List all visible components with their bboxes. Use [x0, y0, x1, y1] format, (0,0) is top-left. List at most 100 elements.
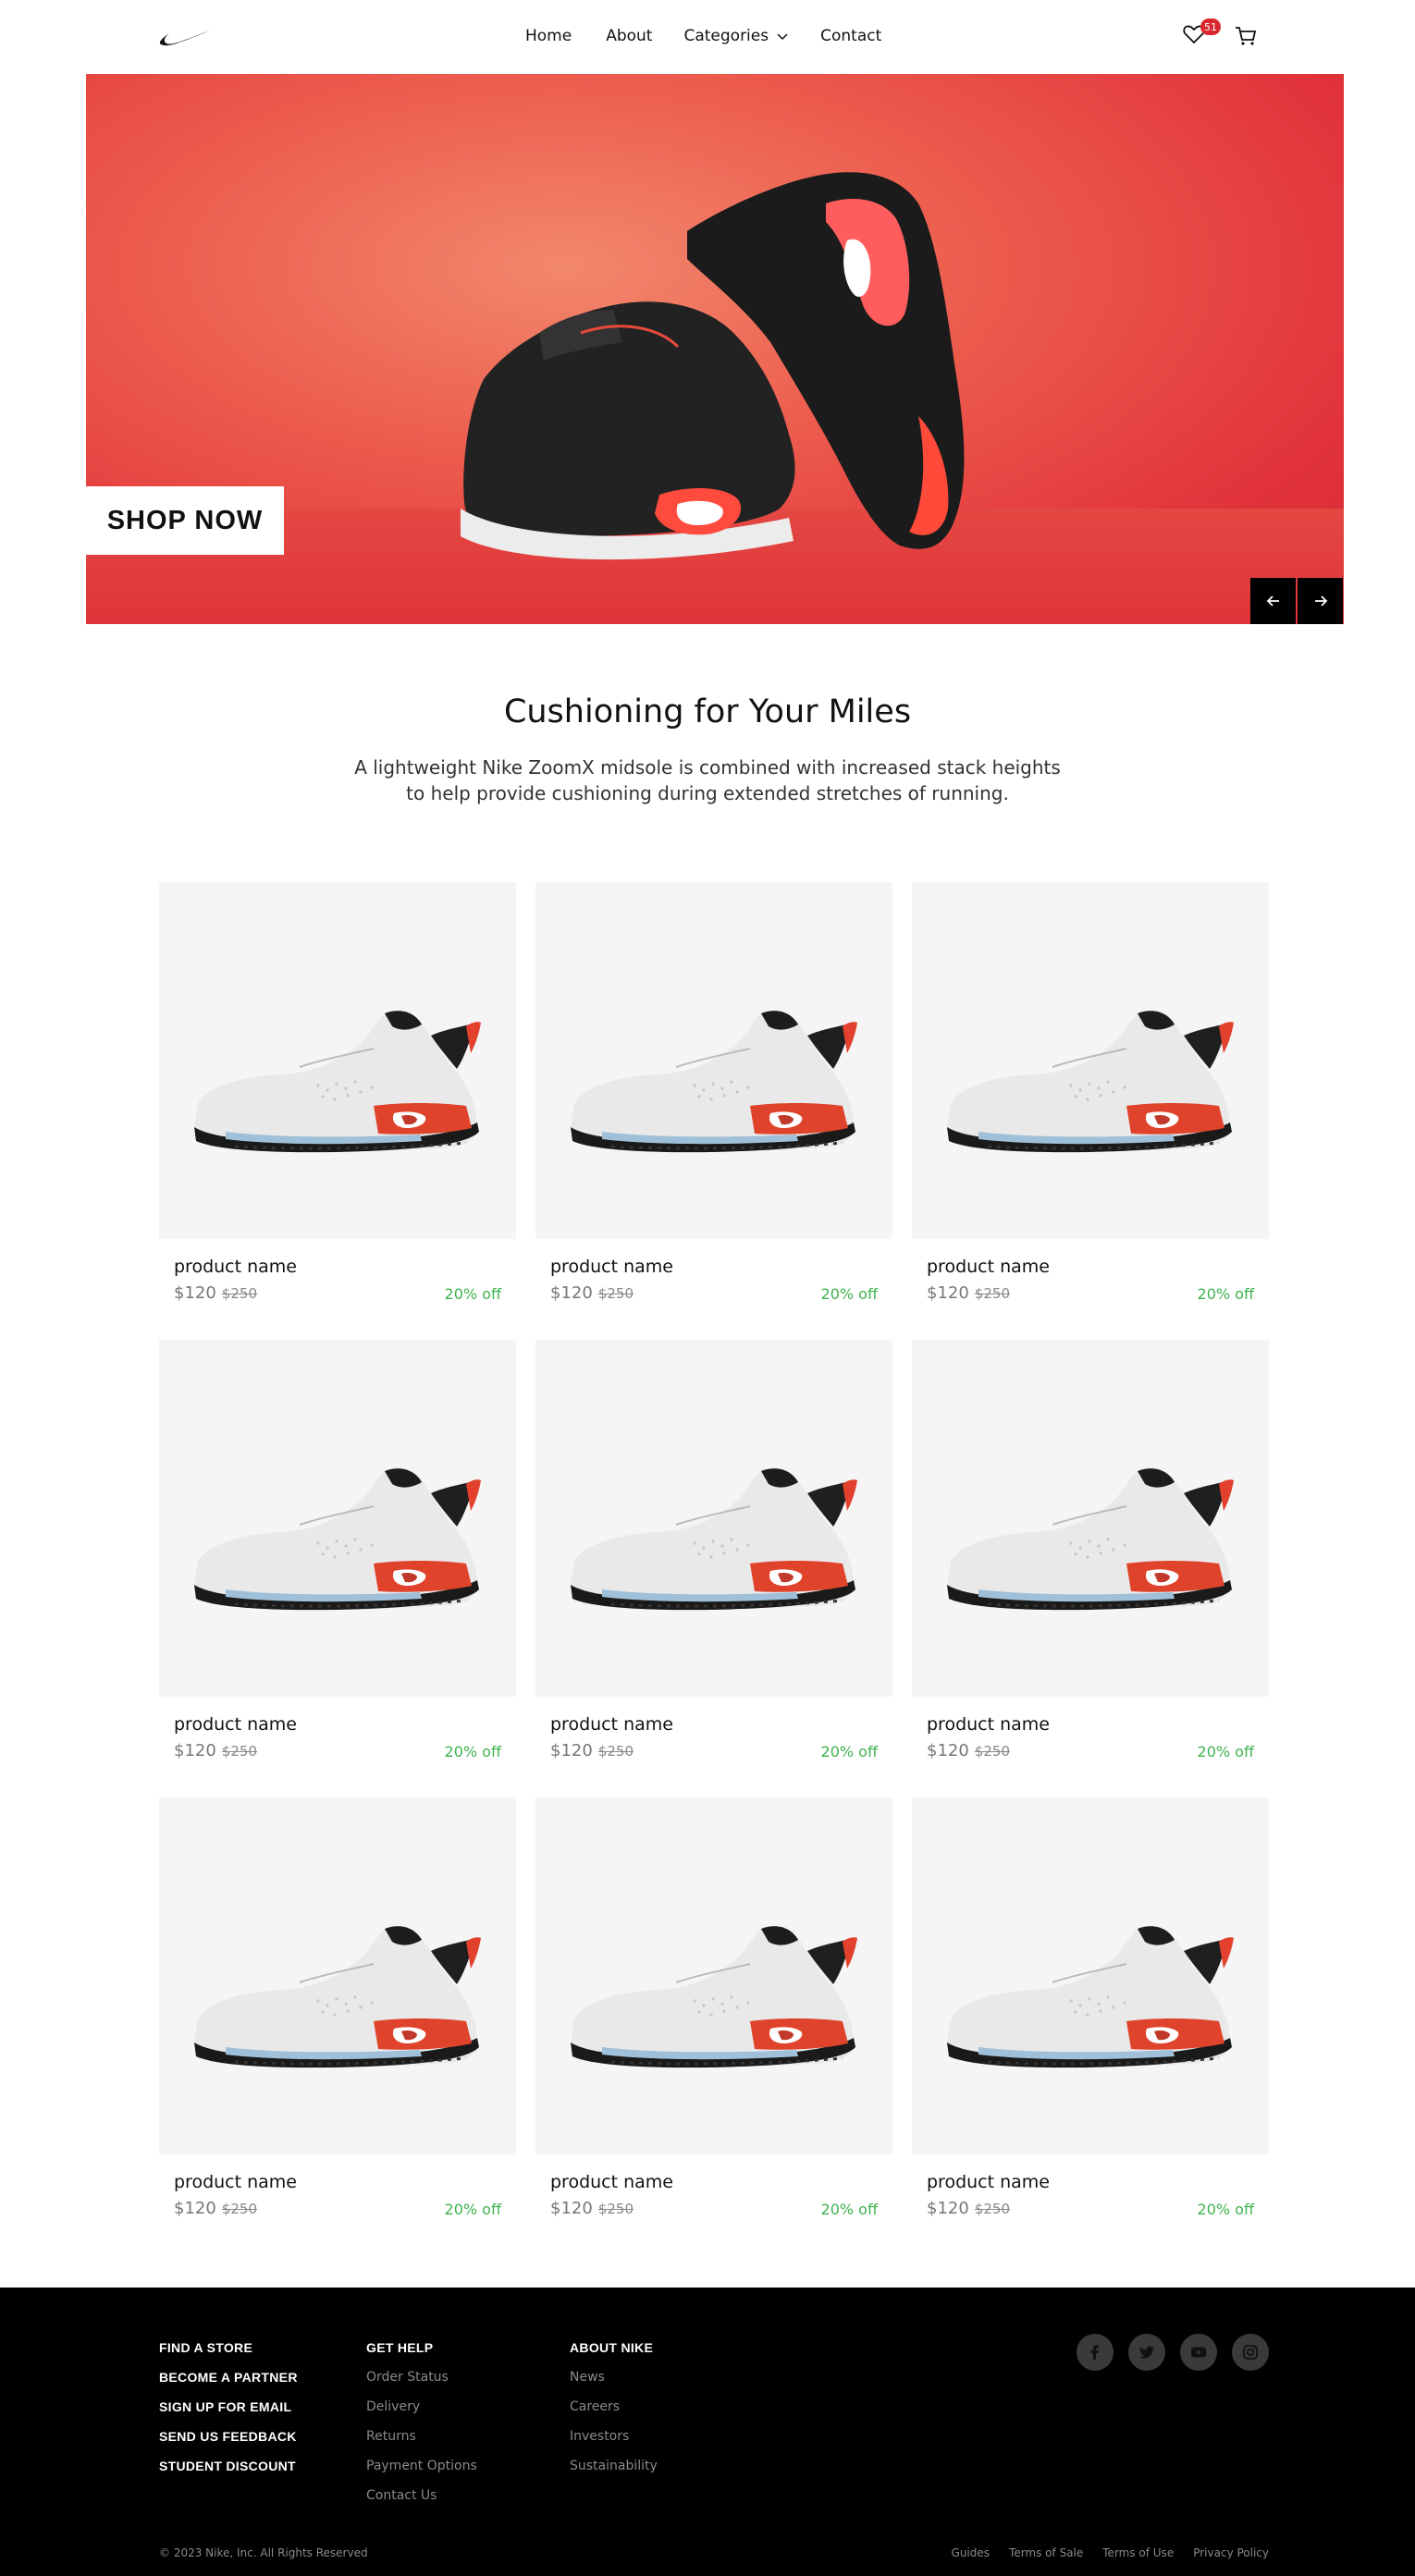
original-price: $250 [974, 1285, 1010, 1302]
instagram-button[interactable] [1232, 2334, 1269, 2371]
nav-link-about[interactable]: About [606, 26, 652, 46]
original-price: $250 [974, 2201, 1010, 2217]
sneaker-image [947, 1010, 1234, 1153]
footer-heading-about: ABOUT NIKE [570, 2340, 654, 2355]
product-name[interactable]: product name [927, 2172, 1050, 2192]
carousel-next-button[interactable] [1298, 578, 1343, 624]
current-price: $120 [550, 1741, 593, 1760]
discount-label: 20% off [444, 1285, 501, 1303]
footer: FIND A STORE BECOME A PARTNER SIGN UP FO… [0, 2288, 1415, 2576]
footer-link-payment-options[interactable]: Payment Options [366, 2459, 477, 2488]
section-title: Cushioning for Your Miles [503, 693, 912, 730]
chevron-down-icon [777, 33, 788, 41]
product-price: $120 $250 [550, 1741, 634, 1760]
discount-label: 20% off [820, 1743, 878, 1760]
main-menu: Home About Categories Contact [525, 26, 881, 46]
nav-link-categories[interactable]: Categories [683, 26, 789, 46]
current-price: $120 [174, 2199, 216, 2218]
footer-link-terms-of-sale[interactable]: Terms of Sale [1009, 2546, 1083, 2559]
product-name[interactable]: product name [174, 1257, 297, 1277]
facebook-icon [1090, 2345, 1099, 2360]
sneaker-image [947, 1467, 1234, 1611]
nav-link-home[interactable]: Home [525, 26, 572, 46]
product-image[interactable] [912, 1797, 1269, 2154]
footer-link-news[interactable]: News [570, 2370, 658, 2399]
footer-link-privacy-policy[interactable]: Privacy Policy [1193, 2546, 1269, 2559]
wishlist-count-badge: 51 [1200, 18, 1221, 35]
original-price: $250 [221, 1743, 257, 1760]
footer-link-become-partner[interactable]: BECOME A PARTNER [159, 2370, 298, 2399]
legal-links: Guides Terms of Sale Terms of Use Privac… [952, 2546, 1269, 2559]
youtube-button[interactable] [1180, 2334, 1217, 2371]
product-card-6[interactable]: product name $120 $250 20% off [912, 1340, 1269, 1760]
copyright-text: © 2023 Nike, Inc. All Rights Reserved [159, 2546, 368, 2559]
product-image[interactable] [912, 1340, 1269, 1697]
twitter-icon [1139, 2346, 1154, 2359]
product-card-5[interactable]: product name $120 $250 20% off [535, 1340, 892, 1760]
product-image[interactable] [159, 882, 516, 1239]
footer-link-terms-of-use[interactable]: Terms of Use [1102, 2546, 1174, 2559]
swoosh-logo[interactable] [159, 26, 215, 48]
product-name[interactable]: product name [550, 2172, 673, 2192]
youtube-icon [1191, 2347, 1206, 2358]
shop-now-button[interactable]: SHOP NOW [86, 486, 284, 555]
instagram-icon [1243, 2345, 1258, 2360]
footer-link-find-store[interactable]: FIND A STORE [159, 2340, 298, 2370]
sneaker-image [947, 1925, 1234, 2068]
discount-label: 20% off [820, 2201, 878, 2218]
discount-label: 20% off [444, 2201, 501, 2218]
current-price: $120 [550, 1283, 593, 1303]
footer-link-sustainability[interactable]: Sustainability [570, 2459, 658, 2488]
product-card-4[interactable]: product name $120 $250 20% off [159, 1340, 516, 1760]
footer-link-send-feedback[interactable]: SEND US FEEDBACK [159, 2429, 298, 2459]
footer-link-guides[interactable]: Guides [952, 2546, 990, 2559]
current-price: $120 [174, 1283, 216, 1303]
carousel-prev-button[interactable] [1250, 578, 1296, 624]
original-price: $250 [597, 1743, 634, 1760]
arrow-right-icon [1314, 595, 1327, 607]
product-name[interactable]: product name [927, 1714, 1050, 1735]
product-image[interactable] [159, 1340, 516, 1697]
footer-link-careers[interactable]: Careers [570, 2399, 658, 2429]
product-name[interactable]: product name [174, 2172, 297, 2192]
wishlist-button[interactable]: 51 [1182, 18, 1221, 46]
product-image[interactable] [535, 1340, 892, 1697]
discount-label: 20% off [1197, 1285, 1254, 1303]
footer-link-investors[interactable]: Investors [570, 2429, 658, 2459]
footer-link-sign-up-email[interactable]: SIGN UP FOR EMAIL [159, 2399, 298, 2429]
original-price: $250 [221, 2201, 257, 2217]
discount-label: 20% off [1197, 1743, 1254, 1760]
original-price: $250 [974, 1743, 1010, 1760]
footer-link-returns[interactable]: Returns [366, 2429, 477, 2459]
product-card-3[interactable]: product name $120 $250 20% off [912, 882, 1269, 1303]
footer-link-contact-us[interactable]: Contact Us [366, 2488, 477, 2518]
product-card-7[interactable]: product name $120 $250 20% off [159, 1797, 516, 2218]
sneaker-image [194, 1925, 481, 2068]
discount-label: 20% off [444, 1743, 501, 1760]
sneaker-image [571, 1010, 857, 1153]
product-name[interactable]: product name [927, 1257, 1050, 1277]
top-navbar: Home About Categories Contact 51 [0, 0, 1415, 74]
cart-icon[interactable] [1234, 24, 1258, 48]
product-image[interactable] [535, 882, 892, 1239]
product-name[interactable]: product name [550, 1714, 673, 1735]
facebook-button[interactable] [1077, 2334, 1114, 2371]
product-price: $120 $250 [550, 1283, 634, 1303]
product-card-2[interactable]: product name $120 $250 20% off [535, 882, 892, 1303]
nav-link-contact[interactable]: Contact [820, 26, 881, 46]
footer-link-order-status[interactable]: Order Status [366, 2370, 477, 2399]
product-image[interactable] [159, 1797, 516, 2154]
product-card-9[interactable]: product name $120 $250 20% off [912, 1797, 1269, 2218]
product-card-8[interactable]: product name $120 $250 20% off [535, 1797, 892, 2218]
product-name[interactable]: product name [174, 1714, 297, 1735]
product-price: $120 $250 [927, 1283, 1010, 1303]
footer-link-delivery[interactable]: Delivery [366, 2399, 477, 2429]
twitter-button[interactable] [1128, 2334, 1165, 2371]
product-name[interactable]: product name [550, 1257, 673, 1277]
product-image[interactable] [912, 882, 1269, 1239]
footer-link-student-discount[interactable]: STUDENT DISCOUNT [159, 2459, 298, 2488]
nav-icons: 51 [1182, 18, 1257, 46]
product-image[interactable] [535, 1797, 892, 2154]
product-price: $120 $250 [174, 1283, 257, 1303]
product-card-1[interactable]: product name $120 $250 20% off [159, 882, 516, 1303]
